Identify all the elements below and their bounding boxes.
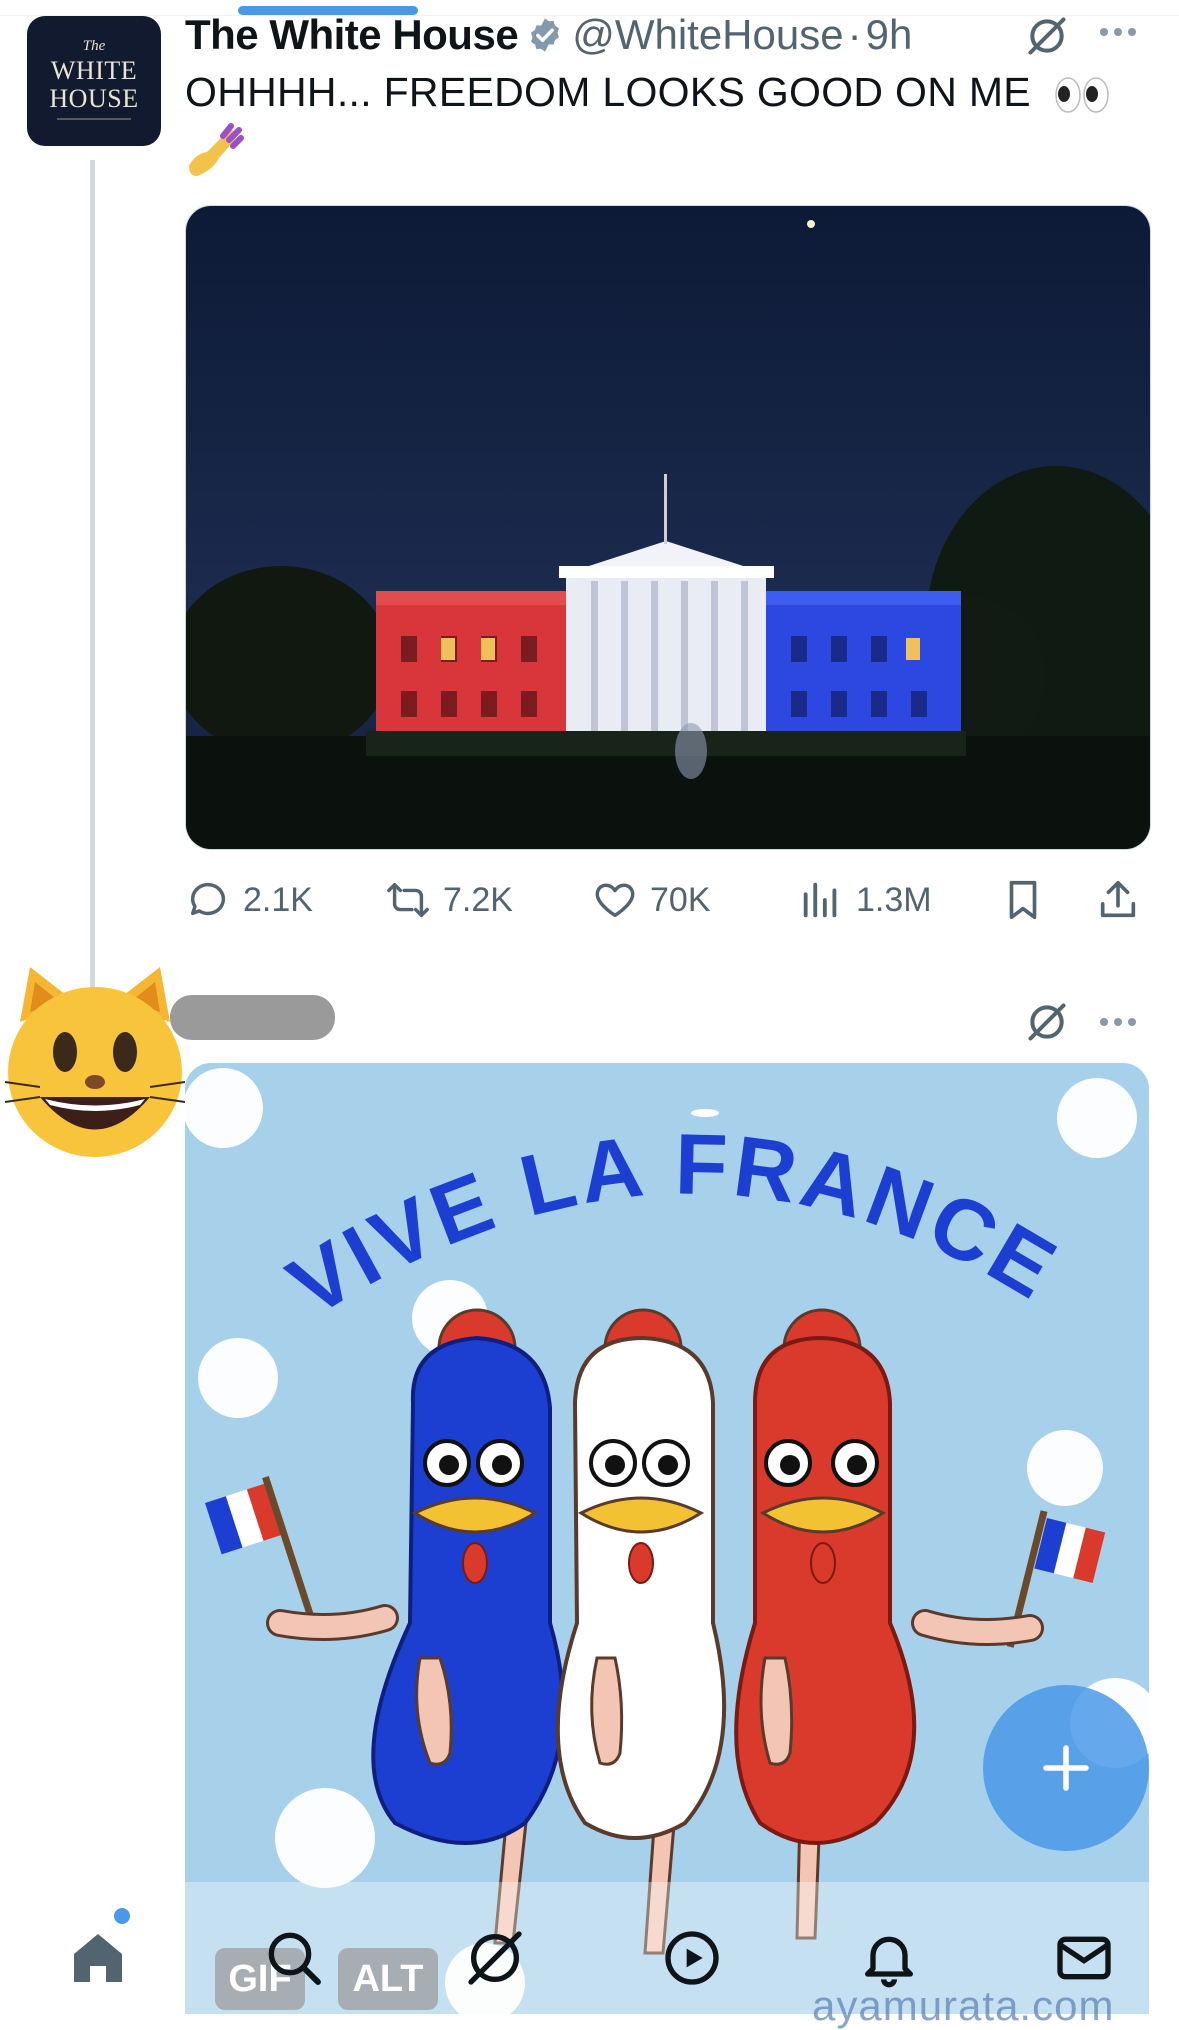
more-icon[interactable] (1100, 1018, 1136, 1026)
tweet-header: The White House @WhiteHouse · 9h (185, 8, 912, 62)
mail-icon[interactable] (1052, 1926, 1116, 1990)
avatar-line2: HOUSE (49, 84, 139, 113)
display-name[interactable]: The White House (185, 11, 519, 59)
plus-icon (1043, 1745, 1089, 1791)
views-count: 1.3M (856, 880, 932, 919)
repost-icon (387, 882, 429, 918)
redacted-username (170, 995, 335, 1040)
search-icon[interactable] (262, 1926, 326, 1990)
grok-icon[interactable] (1025, 14, 1069, 58)
tweet-image-white-house[interactable] (185, 205, 1151, 850)
tweet-text: OHHHH... FREEDOM LOOKS GOOD ON ME (185, 68, 1111, 116)
share-button[interactable] (1095, 872, 1153, 928)
views-icon (803, 882, 837, 918)
verified-badge-icon (531, 18, 560, 52)
tweet-text-content: OHHHH... FREEDOM LOOKS GOOD ON ME (185, 69, 1031, 115)
grok-icon[interactable] (1025, 1000, 1069, 1044)
heart-icon (595, 883, 635, 918)
bookmark-button[interactable] (1000, 872, 1058, 928)
white-house-avatar[interactable]: The WHITE HOUSE (27, 16, 161, 146)
notification-dot (114, 1908, 130, 1924)
tweet-actions: 2.1K 7.2K 70K 1.3M (185, 872, 1149, 928)
repost-button[interactable]: 7.2K (385, 872, 513, 928)
bell-icon[interactable] (857, 1926, 921, 1990)
timestamp[interactable]: 9h (866, 11, 913, 59)
nail-polish-emoji-icon (189, 123, 244, 176)
repost-count: 7.2K (443, 880, 513, 919)
handle[interactable]: @WhiteHouse (572, 11, 843, 59)
avatar-line1: WHITE (50, 56, 138, 85)
share-icon (1100, 880, 1136, 918)
avatar-the: The (82, 38, 106, 54)
reply-button[interactable]: 2.1K (185, 872, 313, 928)
bookmark-icon (1009, 880, 1037, 920)
like-count: 70K (650, 880, 711, 919)
reply-icon (190, 882, 226, 916)
thread-line (90, 160, 95, 990)
separator-dot: · (847, 11, 862, 58)
reply-count: 2.1K (243, 880, 313, 919)
video-icon[interactable] (660, 1926, 724, 1990)
grok-icon[interactable] (463, 1926, 527, 1990)
eyes-emoji-icon (1054, 77, 1109, 113)
more-icon[interactable] (1100, 28, 1136, 36)
reply-gif-vive-la-france[interactable]: VIVE LA FRANCE ! (185, 1063, 1149, 2014)
avatar-rule (57, 118, 131, 120)
views-button[interactable]: 1.3M (798, 872, 932, 928)
like-button[interactable]: 70K (592, 872, 711, 928)
home-icon[interactable] (66, 1926, 130, 1990)
compose-button[interactable] (983, 1685, 1149, 1851)
cat-emoji-avatar[interactable] (0, 962, 190, 1162)
